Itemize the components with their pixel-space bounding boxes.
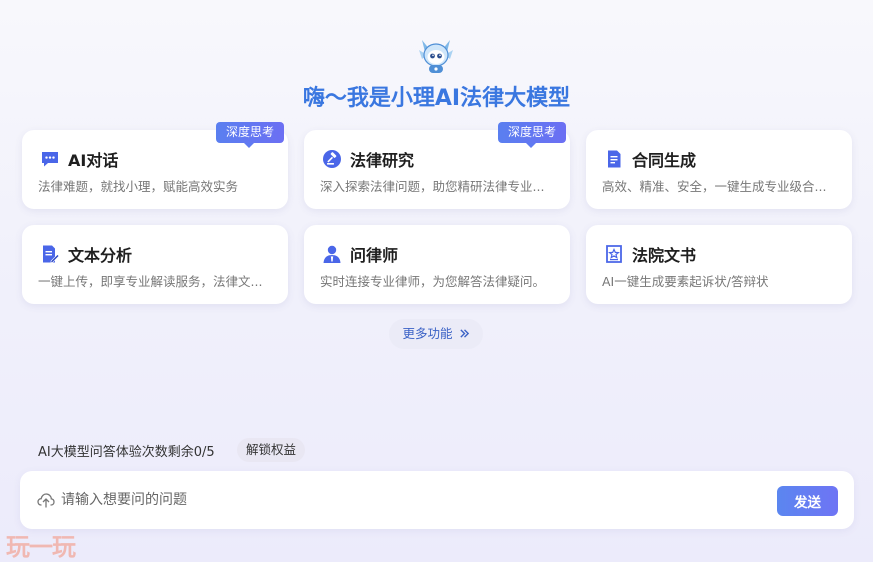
edit-document-icon <box>40 244 60 264</box>
document-icon <box>604 149 624 169</box>
unlock-benefits-button[interactable]: 解锁权益 <box>237 438 306 462</box>
card-description: 法律难题，就找小理，赋能高效实务 <box>38 179 239 194</box>
more-features-button[interactable]: 更多功能 <box>389 319 483 349</box>
question-input-bar: 发送 <box>20 471 854 529</box>
watermark-text: 玩一玩 <box>6 533 76 561</box>
card-title: 法律研究 <box>350 151 415 170</box>
card-description: 一键上传，即享专业解读服务，法律文... <box>38 274 263 289</box>
card-court-documents[interactable]: 法院文书 AI一键生成要素起诉状/答辩状 <box>586 225 852 304</box>
more-features-label: 更多功能 <box>402 326 453 341</box>
quota-text: AI大模型问答体验次数剩余0/5 <box>38 445 215 460</box>
deep-thinking-badge: 深度思考 <box>215 122 284 148</box>
deep-thinking-badge: 深度思考 <box>497 122 566 148</box>
upload-icon[interactable] <box>37 491 55 509</box>
card-description: 实时连接专业律师，为您解答法律疑问。 <box>320 274 546 289</box>
card-header: 文本分析 <box>40 242 132 266</box>
card-title: 合同生成 <box>632 151 697 170</box>
card-header: 问律师 <box>322 242 398 266</box>
card-text-analysis[interactable]: 文本分析 一键上传，即享专业解读服务，法律文... <box>22 225 288 304</box>
robot-mascot-icon <box>416 36 456 76</box>
card-ask-lawyer[interactable]: 问律师 实时连接专业律师，为您解答法律疑问。 <box>304 225 570 304</box>
card-legal-research[interactable]: 深度思考 法律研究 深入探索法律问题，助您精研法律专业... <box>304 122 570 209</box>
chat-bubble-icon <box>40 149 60 169</box>
card-title: AI对话 <box>68 151 119 170</box>
send-button[interactable]: 发送 <box>777 486 838 516</box>
double-chevron-right-icon <box>459 329 469 338</box>
question-input[interactable] <box>61 485 751 515</box>
card-description: 深入探索法律问题，助您精研法律专业... <box>320 179 545 194</box>
card-title: 法院文书 <box>632 246 697 265</box>
card-ai-chat[interactable]: 深度思考 AI对话 法律难题，就找小理，赋能高效实务 <box>22 122 288 209</box>
card-title: 文本分析 <box>68 246 133 265</box>
card-description: AI一键生成要素起诉状/答辩状 <box>602 274 769 289</box>
lawyer-icon <box>322 244 342 264</box>
page-title: 嗨～我是小理AI法律大模型 <box>302 86 571 111</box>
card-header: AI对话 <box>40 147 118 171</box>
card-header: 法律研究 <box>322 147 414 171</box>
card-description: 高效、精准、安全，一键生成专业级合... <box>602 179 827 194</box>
court-document-icon <box>604 244 624 264</box>
card-header: 合同生成 <box>604 147 696 171</box>
card-contract-generation[interactable]: 合同生成 高效、精准、安全，一键生成专业级合... <box>586 130 852 209</box>
gavel-icon <box>322 149 342 169</box>
card-title: 问律师 <box>350 246 399 265</box>
card-header: 法院文书 <box>604 242 696 266</box>
